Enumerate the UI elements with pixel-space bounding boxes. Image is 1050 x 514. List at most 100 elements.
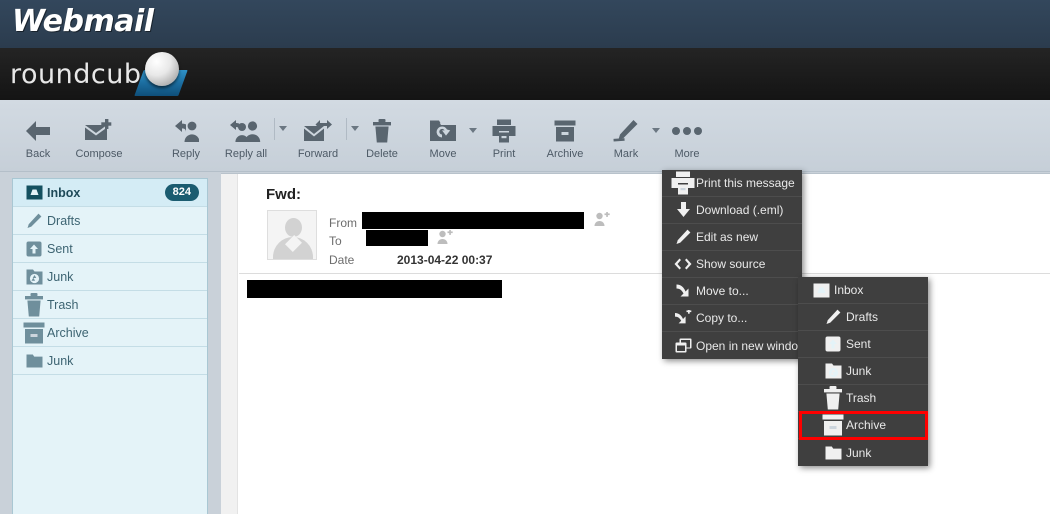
more-menu-item-open-in-new-window[interactable]: Open in new window	[662, 332, 807, 359]
submenu-folder-drafts-1[interactable]: Drafts	[798, 304, 928, 331]
sidebar-folder-trash-4[interactable]: Trash	[13, 291, 207, 319]
archive-box-icon	[820, 414, 846, 436]
toolbar-button-label: Move	[429, 148, 457, 160]
message-gutter	[221, 174, 238, 514]
to-label: To	[329, 234, 342, 248]
add-contact-icon[interactable]	[594, 212, 610, 227]
junk-recycle-icon	[820, 363, 846, 379]
submenu-folder-label: Inbox	[834, 283, 864, 297]
sidebar-folder-label: Drafts	[47, 213, 81, 228]
more-menu-item-label: Move to...	[696, 284, 749, 298]
sidebar-folder-inbox-0[interactable]: Inbox 824	[13, 179, 207, 207]
submenu-folder-archive-5[interactable]: Archive	[798, 412, 928, 439]
more-menu-item-print-this-message[interactable]: Print this message	[662, 170, 802, 197]
logo-bar: roundcube	[0, 48, 1050, 100]
submenu-folder-label: Junk	[846, 445, 872, 460]
sidebar-folder-label: Trash	[47, 297, 79, 312]
toolbar-button-label: Forward	[297, 148, 339, 160]
toolbar-button-archive[interactable]: Archive	[531, 116, 599, 168]
submenu-folder-label: Trash	[846, 391, 877, 405]
submenu-folder-label: Archive	[846, 418, 887, 432]
toolbar-button-label: Print	[492, 148, 516, 160]
submenu-folder-label: Drafts	[846, 310, 879, 324]
toolbar-button-mark[interactable]: Mark	[592, 116, 660, 168]
toolbar-button-more[interactable]: More	[653, 116, 721, 168]
sidebar-folder-label: Archive	[47, 325, 89, 340]
drafts-pencil-icon	[21, 213, 47, 229]
trash-icon	[21, 292, 47, 317]
inbox-icon	[808, 283, 834, 298]
more-menu-item-show-source[interactable]: Show source	[662, 251, 802, 278]
to-value-redacted	[366, 230, 428, 246]
more-dropdown-menu[interactable]: Print this message Download (.eml) Edit as…	[662, 170, 807, 359]
webmail-app: Webmail roundcube Back Compose Reply Reply …	[0, 0, 1050, 514]
message-header: Fwd: From To Date 2013-04-22 00:37	[239, 174, 1050, 274]
toolbar-button-reply-all[interactable]: Reply all	[212, 116, 280, 168]
submenu-folder-sent-2[interactable]: Sent	[798, 331, 928, 358]
move-folder-icon	[429, 116, 457, 146]
sidebar-folder-label: Junk	[47, 353, 74, 368]
sidebar-folder-drafts-1[interactable]: Drafts	[13, 207, 207, 235]
toolbar-button-label: Reply all	[224, 148, 268, 160]
toolbar-button-back[interactable]: Back	[4, 116, 72, 168]
submenu-folder-label: Junk	[846, 364, 872, 378]
copy-to-icon	[670, 310, 696, 326]
toolbar-separator	[346, 118, 347, 140]
more-menu-item-move-to[interactable]: Move to...	[662, 278, 802, 305]
from-label: From	[329, 216, 357, 230]
sidebar-folder-junk-6[interactable]: Junk	[13, 347, 207, 375]
more-menu-item-copy-to[interactable]: Copy to...	[662, 305, 802, 332]
printer-icon	[670, 171, 696, 195]
message-subject: Fwd:	[266, 186, 301, 203]
more-menu-item-download-eml[interactable]: Download (.eml)	[662, 197, 802, 224]
sidebar-folder-label: Junk	[47, 269, 74, 284]
contact-avatar-icon	[267, 210, 317, 260]
toolbar-button-print[interactable]: Print	[470, 116, 538, 168]
toolbar-button-compose[interactable]: Compose	[65, 116, 133, 168]
message-body	[239, 275, 1050, 514]
date-label: Date	[329, 253, 355, 267]
submenu-folder-inbox-0[interactable]: Inbox	[798, 277, 928, 304]
toolbar-button-label: Back	[25, 148, 51, 160]
toolbar-button-label: Delete	[366, 148, 398, 160]
sidebar-folder-archive-5[interactable]: Archive	[13, 319, 207, 347]
move-to-icon	[670, 283, 696, 299]
date-value: 2013-04-22 00:37	[397, 253, 493, 267]
sidebar-folder-sent-2[interactable]: Sent	[13, 235, 207, 263]
toolbar-button-forward[interactable]: Forward	[284, 116, 352, 168]
compose-icon	[84, 116, 114, 146]
pencil-icon	[670, 229, 696, 245]
roundcube-wordmark: roundcube	[10, 59, 159, 90]
toolbar-separator	[274, 118, 275, 140]
archive-box-icon	[554, 116, 576, 146]
toolbar-button-reply[interactable]: Reply	[152, 116, 220, 168]
submenu-folder-junk-3[interactable]: Junk	[798, 358, 928, 385]
mark-pen-icon	[613, 116, 639, 146]
folder-icon	[21, 354, 47, 368]
forward-icon	[303, 116, 333, 146]
toolbar-button-move[interactable]: Move	[409, 116, 477, 168]
roundcube-logo-ball-icon	[145, 52, 179, 86]
trash-icon	[372, 116, 392, 146]
sent-icon	[21, 241, 47, 257]
sent-icon	[820, 336, 846, 352]
more-menu-item-edit-as-new[interactable]: Edit as new	[662, 224, 802, 251]
code-brackets-icon	[670, 258, 696, 270]
folder-sidebar[interactable]: Inbox 824 Drafts Sent Junk Trash Archive Junk	[12, 178, 208, 514]
submenu-folder-trash-4[interactable]: Trash	[798, 385, 928, 412]
add-contact-icon-to[interactable]	[437, 230, 453, 245]
sidebar-folder-junk-3[interactable]: Junk	[13, 263, 207, 291]
more-menu-item-label: Copy to...	[696, 311, 748, 325]
more-menu-item-label: Open in new window	[696, 338, 807, 353]
inbox-icon	[21, 185, 47, 200]
more-menu-item-label: Show source	[696, 257, 766, 271]
folder-icon	[820, 446, 846, 460]
toolbar-button-delete[interactable]: Delete	[348, 116, 416, 168]
reply-icon	[173, 116, 199, 146]
more-menu-item-label: Download (.eml)	[696, 203, 784, 217]
new-window-icon	[670, 338, 696, 353]
toolbar: Back Compose Reply Reply all Forward Delete Mo…	[0, 100, 1050, 172]
toolbar-button-label: More	[674, 148, 700, 160]
move-to-folder-submenu[interactable]: Inbox Drafts Sent Junk Trash Archive Junk	[798, 277, 928, 466]
submenu-folder-junk-6[interactable]: Junk	[798, 439, 928, 466]
